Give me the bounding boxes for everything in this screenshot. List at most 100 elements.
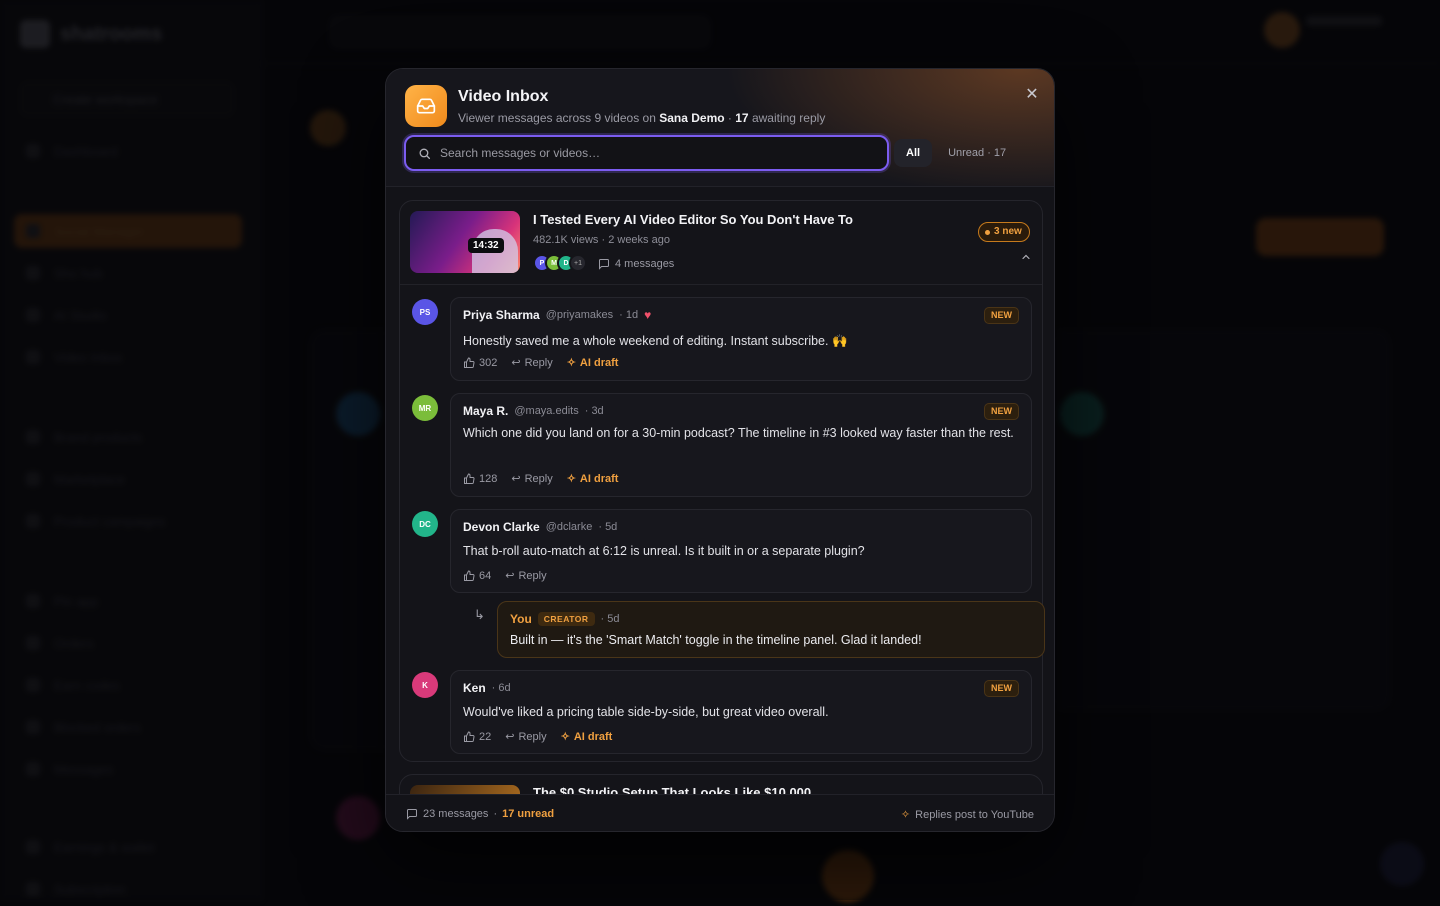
total-messages: 23 messages bbox=[423, 808, 488, 820]
video-title[interactable]: The $0 Studio Setup That Looks Like $10,… bbox=[533, 785, 811, 794]
sparkle-icon: ✧ bbox=[561, 730, 570, 743]
new-badge: NEW bbox=[984, 403, 1019, 420]
ai-draft-label: AI draft bbox=[574, 731, 613, 743]
modal-footer: 23 messages · 17 unread ✧ Replies post t… bbox=[386, 794, 1054, 832]
reply-button[interactable]: ↩Reply bbox=[511, 472, 552, 485]
new-badge: NEW bbox=[984, 307, 1019, 324]
comment-header: Priya Sharma@priyamakes· 1d♥ bbox=[463, 308, 651, 322]
reply-label: Reply bbox=[525, 473, 553, 485]
comment-actions: 128 ↩Reply ✧ AI draft bbox=[463, 472, 618, 485]
thumbs-up-icon bbox=[463, 570, 475, 582]
ai-draft-button[interactable]: ✧ AI draft bbox=[567, 472, 619, 485]
subtitle-prefix: Viewer messages across 9 videos on bbox=[458, 111, 659, 125]
video-inbox-modal: Video Inbox Viewer messages across 9 vid… bbox=[385, 68, 1055, 832]
comment: MR Maya R. @maya.edits · 3d NEW Which one … bbox=[412, 393, 1032, 497]
creator-reply: ↳ YouCREATOR· 5d Built in — it's the 'Sm… bbox=[412, 601, 1032, 658]
sparkle-icon: ✧ bbox=[901, 808, 910, 821]
like-count: 128 bbox=[479, 473, 497, 485]
like-count: 22 bbox=[479, 731, 491, 743]
like-button[interactable]: 22 bbox=[463, 731, 491, 743]
commenter-name: Ken bbox=[463, 681, 486, 695]
reply-button[interactable]: ↩Reply bbox=[505, 569, 546, 582]
modal-header: Video Inbox Viewer messages across 9 vid… bbox=[386, 69, 1054, 187]
reply-button[interactable]: ↩Reply bbox=[511, 356, 552, 369]
collapse-chevron-icon[interactable] bbox=[1020, 251, 1032, 266]
avatar-more: +1 bbox=[569, 254, 587, 272]
video-title[interactable]: I Tested Every AI Video Editor So You Do… bbox=[533, 212, 853, 227]
message-list[interactable]: 14:32 I Tested Every AI Video Editor So … bbox=[386, 188, 1054, 794]
reply-icon: ↩ bbox=[505, 730, 514, 743]
awaiting-count: 17 bbox=[735, 111, 748, 125]
reply-label: Reply bbox=[518, 570, 546, 582]
video-group[interactable]: The $0 Studio Setup That Looks Like $10,… bbox=[399, 774, 1043, 794]
comment-text: Honestly saved me a whole weekend of edi… bbox=[463, 331, 1023, 352]
avatar: K bbox=[412, 672, 438, 698]
new-count-label: 3 new bbox=[994, 223, 1022, 241]
thumbs-up-icon bbox=[463, 731, 475, 743]
search-input[interactable] bbox=[440, 137, 880, 169]
footer-note-text: Replies post to YouTube bbox=[915, 809, 1034, 821]
video-header[interactable]: 14:32 I Tested Every AI Video Editor So … bbox=[400, 201, 1042, 285]
comment-text: That b-roll auto-match at 6:12 is unreal… bbox=[463, 541, 1023, 562]
like-count: 64 bbox=[479, 570, 491, 582]
filter-unread-tab[interactable]: Unread · 17 bbox=[936, 139, 1018, 167]
commenter-name: Maya R. bbox=[463, 404, 508, 418]
thumbs-up-icon bbox=[463, 357, 475, 369]
inbox-icon bbox=[405, 85, 447, 127]
avatar: PS bbox=[412, 299, 438, 325]
reply-button[interactable]: ↩ Reply bbox=[505, 730, 546, 743]
ai-draft-label: AI draft bbox=[580, 473, 619, 485]
reply-icon: ↩ bbox=[511, 356, 520, 369]
subtitle-separator: · bbox=[725, 111, 736, 125]
sparkle-icon: ✧ bbox=[567, 472, 576, 485]
filter-all-tab[interactable]: All bbox=[894, 139, 932, 167]
awaiting-suffix: awaiting reply bbox=[749, 111, 826, 125]
creator-reply-bubble: YouCREATOR· 5d Built in — it's the 'Smar… bbox=[497, 601, 1045, 658]
reply-label: Reply bbox=[518, 731, 546, 743]
ai-draft-label: AI draft bbox=[580, 357, 619, 369]
video-group: 14:32 I Tested Every AI Video Editor So … bbox=[399, 200, 1043, 762]
new-count-badge: 3 new bbox=[978, 222, 1030, 242]
comment-header: Devon Clarke@dclarke· 5d bbox=[463, 520, 617, 534]
search-icon bbox=[418, 147, 431, 160]
ai-draft-button[interactable]: ✧ AI draft bbox=[567, 356, 619, 369]
like-button[interactable]: 302 bbox=[463, 357, 497, 369]
comment: K Ken· 6d NEW Would've liked a pricing t… bbox=[412, 670, 1032, 754]
comment-time: · 3d bbox=[585, 405, 604, 417]
unread-count: 17 unread bbox=[502, 808, 554, 820]
comment-actions: 64 ↩Reply bbox=[463, 569, 547, 582]
creator-reply-text: Built in — it's the 'Smart Match' toggle… bbox=[510, 633, 922, 647]
video-meta: 482.1K views · 2 weeks ago bbox=[533, 234, 670, 246]
comment-text: Which one did you land on for a 30-min p… bbox=[463, 423, 1023, 444]
comment-actions: 302 ↩Reply ✧ AI draft bbox=[463, 356, 618, 369]
commenter-handle: @priyamakes bbox=[546, 309, 613, 321]
comment-actions: 22 ↩ Reply ✧ AI draft bbox=[463, 730, 612, 743]
comment: DC Devon Clarke@dclarke· 5d That b-roll … bbox=[412, 509, 1032, 593]
commenter-name: Priya Sharma bbox=[463, 308, 540, 322]
commenter-handle: @dclarke bbox=[546, 521, 593, 533]
dot-icon bbox=[985, 230, 990, 235]
sparkle-icon: ✧ bbox=[567, 356, 576, 369]
comment-bubble: Priya Sharma@priyamakes· 1d♥ NEW Honestl… bbox=[450, 297, 1032, 381]
comment-time: · 1d bbox=[619, 309, 638, 321]
comment-header: Ken· 6d bbox=[463, 681, 511, 695]
comment-bubble: Devon Clarke@dclarke· 5d That b-roll aut… bbox=[450, 509, 1032, 593]
video-thumbnail[interactable] bbox=[410, 785, 520, 794]
like-button[interactable]: 64 bbox=[463, 570, 491, 582]
avatar: DC bbox=[412, 511, 438, 537]
commenter-handle: @maya.edits bbox=[514, 405, 578, 417]
new-badge: NEW bbox=[984, 680, 1019, 697]
footer-note: ✧ Replies post to YouTube bbox=[901, 808, 1034, 821]
comment-bubble: Ken· 6d NEW Would've liked a pricing tab… bbox=[450, 670, 1032, 754]
ai-draft-button[interactable]: ✧ AI draft bbox=[561, 730, 613, 743]
footer-separator: · bbox=[493, 808, 497, 820]
modal-subtitle: Viewer messages across 9 videos on Sana … bbox=[458, 111, 825, 125]
footer-stats: 23 messages · 17 unread bbox=[406, 808, 554, 820]
comment: PS Priya Sharma@priyamakes· 1d♥ NEW Hone… bbox=[412, 297, 1032, 381]
like-button[interactable]: 128 bbox=[463, 473, 497, 485]
creator-badge: CREATOR bbox=[538, 612, 595, 626]
avatar: MR bbox=[412, 395, 438, 421]
reply-arrow-icon: ↳ bbox=[474, 607, 485, 623]
close-icon[interactable]: ✕ bbox=[1022, 85, 1042, 105]
video-duration: 14:32 bbox=[468, 238, 504, 253]
